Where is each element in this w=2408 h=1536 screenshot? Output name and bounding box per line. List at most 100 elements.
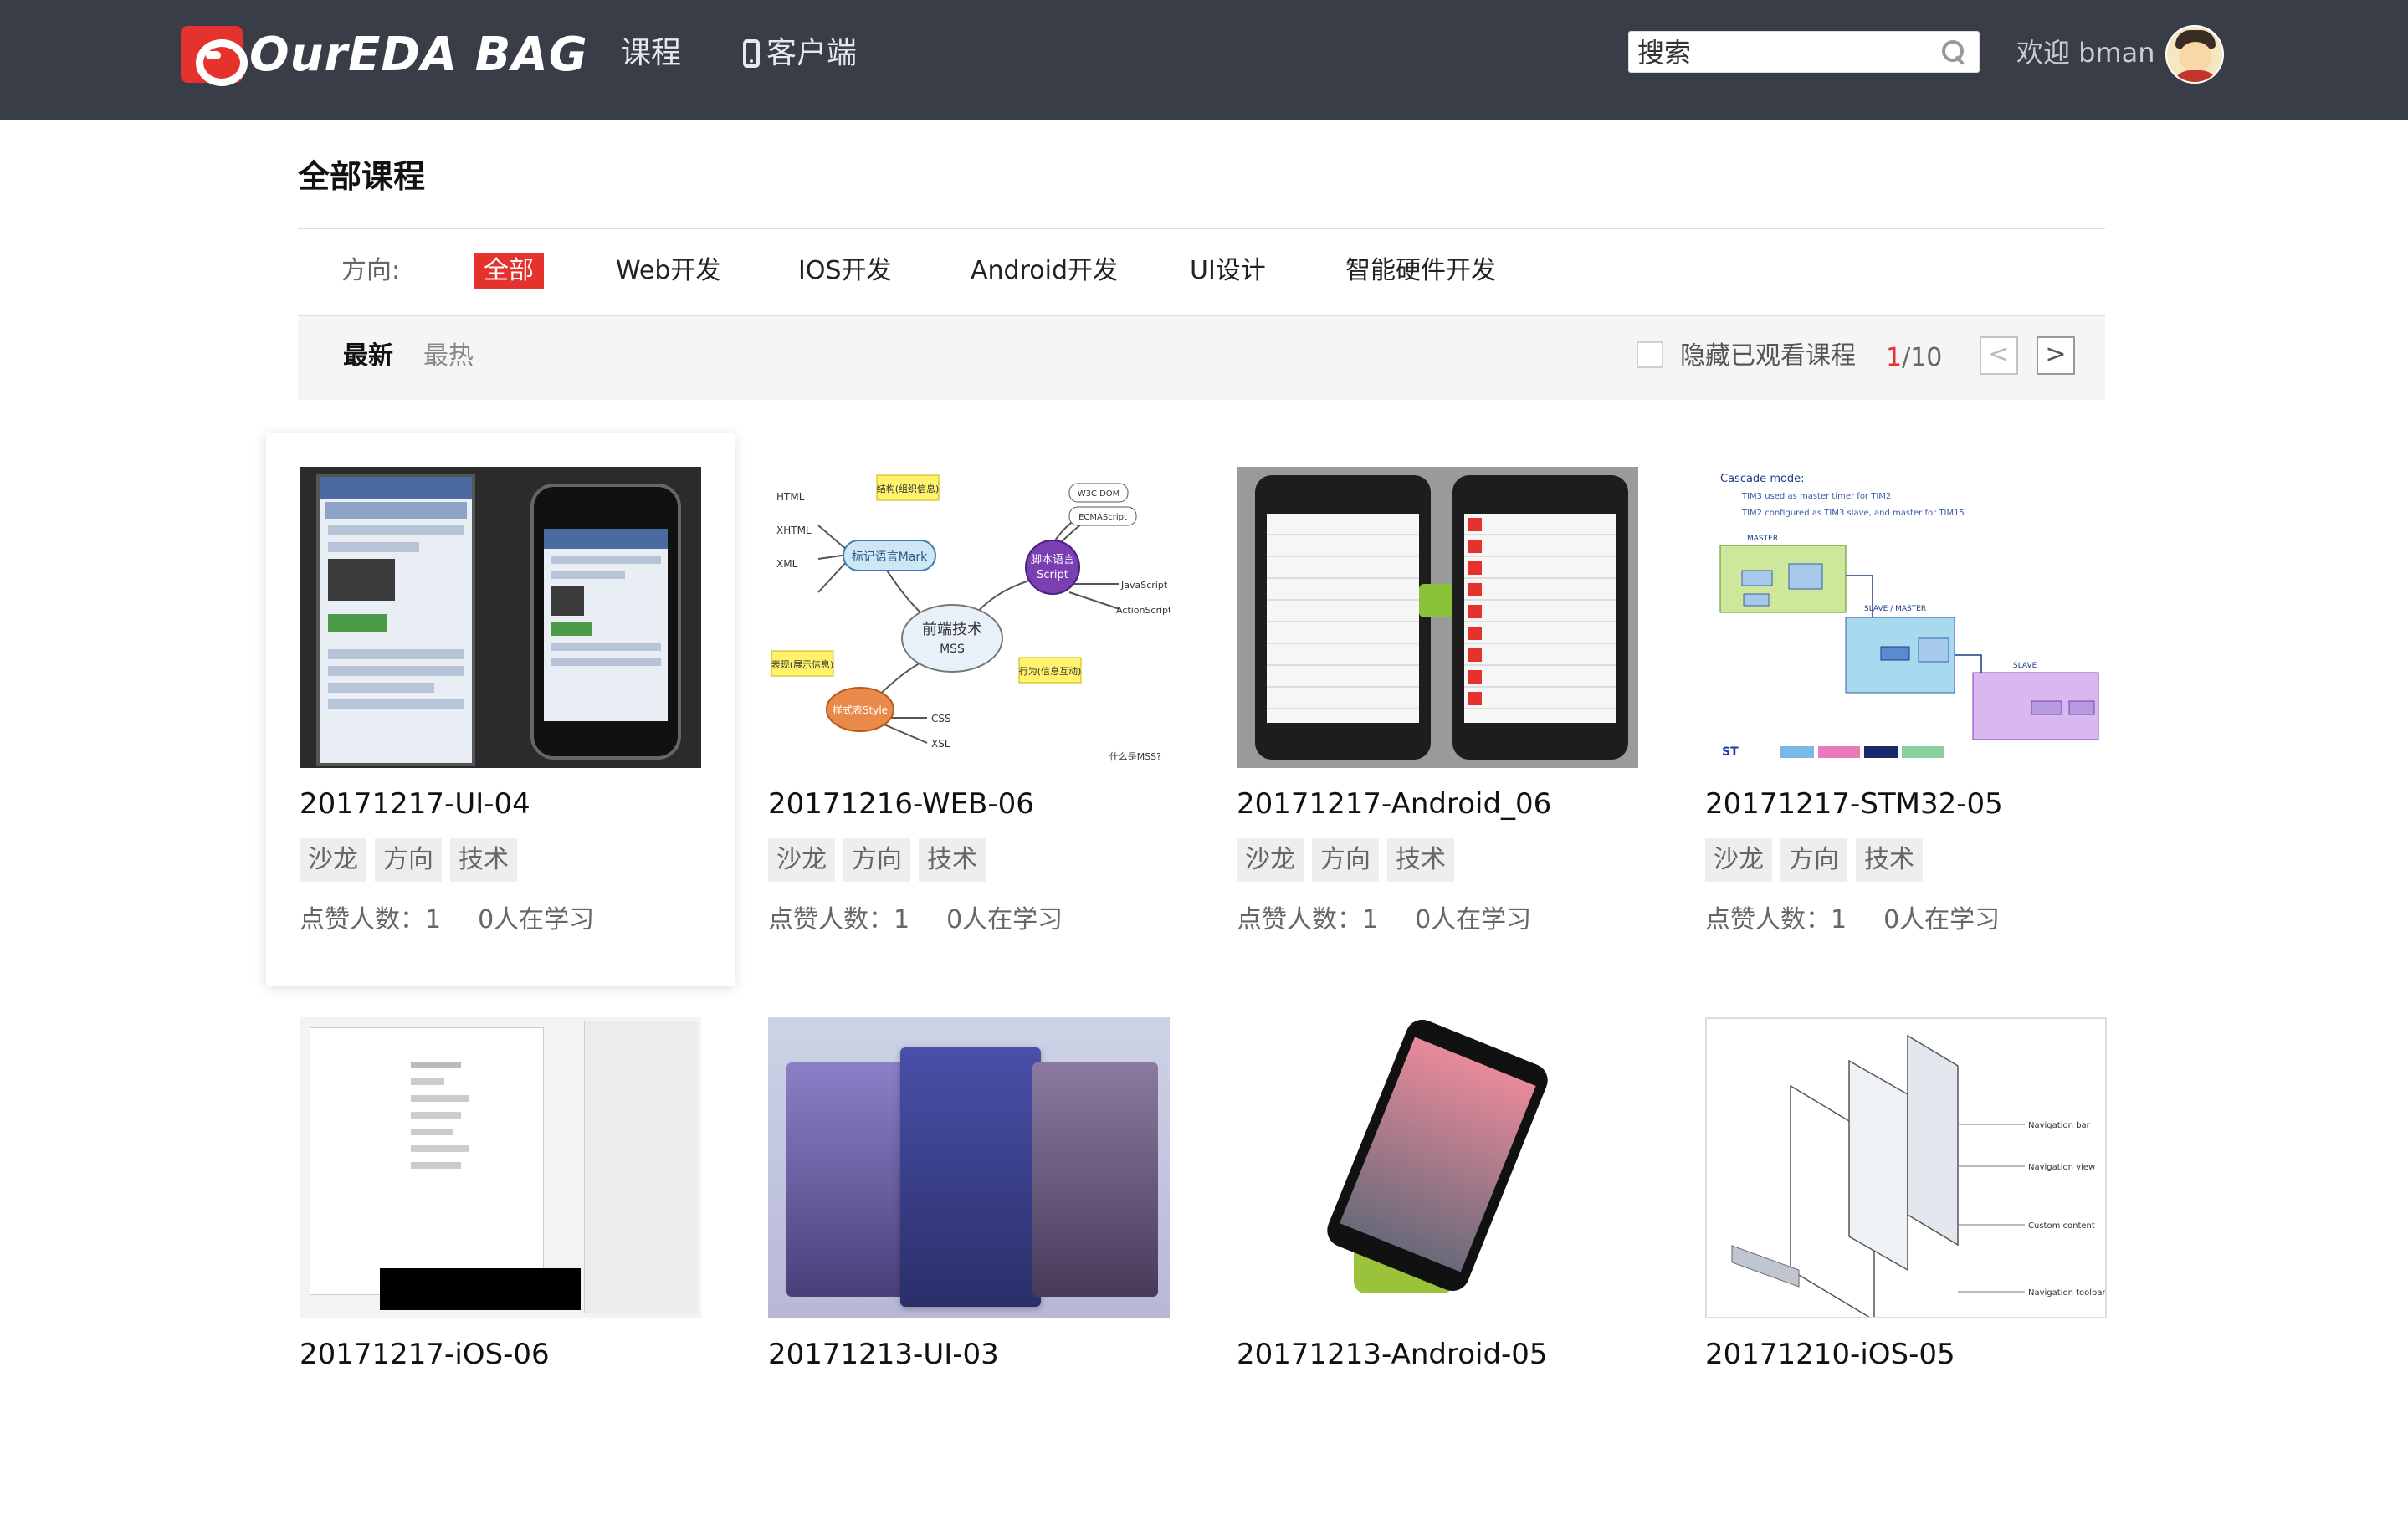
svg-text:CSS: CSS	[931, 713, 951, 724]
sort-hottest[interactable]: 最热	[423, 336, 474, 376]
course-card[interactable]: Cascade mode: TIM3 used as master timer …	[1672, 433, 2140, 986]
svg-text:Custom content: Custom content	[2028, 1221, 2095, 1231]
svg-text:ECMAScript: ECMAScript	[1078, 513, 1127, 522]
tag[interactable]: 方向	[1312, 838, 1379, 882]
svg-text:XHTML: XHTML	[776, 525, 812, 536]
search-icon[interactable]	[1942, 40, 1964, 62]
course-card[interactable]: 20171217-UI-04 沙龙 方向 技术 点赞人数：1 0人在学习	[266, 433, 735, 986]
search-input[interactable]	[1637, 35, 1922, 70]
tag[interactable]: 方向	[843, 838, 910, 882]
course-thumbnail[interactable]	[1237, 467, 1638, 768]
learning-count: 0人在学习	[946, 905, 1063, 934]
total-pages: /10	[1902, 343, 1943, 372]
course-thumbnail[interactable]	[768, 1017, 1170, 1318]
page-title: 全部课程	[298, 158, 426, 195]
course-title[interactable]: 20171217-Android_06	[1237, 785, 1551, 823]
svg-text:表现(展示信息): 表现(展示信息)	[771, 658, 834, 670]
filter-hardware[interactable]: 智能硬件开发	[1345, 253, 1496, 289]
current-page: 1	[1886, 343, 1903, 372]
tag[interactable]: 沙龙	[1705, 838, 1772, 882]
hide-watched-checkbox[interactable]	[1637, 341, 1663, 368]
nav-client-label: 客户端	[766, 36, 858, 70]
top-navigation-bar: OurEDA BAG 课程 客户端 欢迎 bman	[0, 0, 2408, 120]
like-count: 点赞人数：1	[768, 905, 910, 934]
filter-all[interactable]: 全部	[474, 253, 544, 289]
tag[interactable]: 方向	[375, 838, 442, 882]
course-thumbnail[interactable]: 前端技术 MSS 标记语言Mark 脚本语言 Script 样式表Style 结…	[768, 467, 1170, 768]
tag[interactable]: 技术	[1856, 838, 1923, 882]
course-card[interactable]: 20171213-Android-05	[1203, 984, 1672, 1536]
course-thumbnail[interactable]	[300, 467, 701, 768]
like-count: 点赞人数：1	[1237, 905, 1379, 934]
svg-text:JavaScript: JavaScript	[1120, 580, 1168, 591]
course-title[interactable]: 20171216-WEB-06	[768, 785, 1034, 823]
page-indicator: 1/10	[1886, 338, 1942, 378]
direction-label: 方向:	[341, 256, 401, 285]
tag[interactable]: 沙龙	[300, 838, 366, 882]
layer-diagram: Navigation bar Navigation view Custom co…	[1731, 1034, 2107, 1317]
mobile-phone-icon	[743, 39, 760, 68]
course-card[interactable]: Navigation bar Navigation view Custom co…	[1672, 984, 2140, 1536]
tag[interactable]: 技术	[1387, 838, 1454, 882]
course-title[interactable]: 20171217-UI-04	[300, 785, 530, 823]
tag[interactable]: 沙龙	[1237, 838, 1304, 882]
welcome-text[interactable]: 欢迎 bman	[2016, 32, 2155, 74]
course-card[interactable]: 20171217-iOS-06	[266, 984, 735, 1536]
learning-count: 0人在学习	[478, 905, 595, 934]
course-card[interactable]: 前端技术 MSS 标记语言Mark 脚本语言 Script 样式表Style 结…	[735, 433, 1203, 986]
course-stats: 点赞人数：1 0人在学习	[300, 902, 594, 939]
course-thumbnail[interactable]	[300, 1017, 701, 1318]
logo-text: OurEDA BAG	[249, 27, 588, 82]
svg-text:HTML: HTML	[776, 491, 805, 503]
course-card[interactable]: 20171217-Android_06 沙龙 方向 技术 点赞人数：1 0人在学习	[1203, 433, 1672, 986]
course-stats: 点赞人数：1 0人在学习	[1705, 902, 2000, 939]
svg-text:SLAVE: SLAVE	[2013, 662, 2037, 670]
search-box	[1628, 31, 1980, 73]
filter-android[interactable]: Android开发	[971, 253, 1118, 289]
mind-map-graphic: 前端技术 MSS 标记语言Mark 脚本语言 Script 样式表Style 结…	[771, 474, 1170, 762]
tag[interactable]: 技术	[450, 838, 517, 882]
logo-icon	[181, 26, 248, 86]
sort-newest[interactable]: 最新	[343, 336, 393, 376]
tag[interactable]: 沙龙	[768, 838, 835, 882]
course-title[interactable]: 20171213-Android-05	[1237, 1335, 1548, 1374]
timer-diagram: Cascade mode: TIM3 used as master timer …	[1719, 473, 2099, 759]
nav-courses[interactable]: 课程	[621, 30, 681, 77]
user-avatar[interactable]	[2165, 25, 2224, 84]
course-tags: 沙龙 方向 技术	[1705, 838, 1923, 882]
learning-count: 0人在学习	[1883, 905, 2001, 934]
site-logo[interactable]: OurEDA BAG	[181, 25, 588, 86]
course-title[interactable]: 20171217-iOS-06	[300, 1335, 550, 1374]
svg-text:Cascade mode:: Cascade mode:	[1720, 473, 1805, 485]
svg-text:MASTER: MASTER	[1747, 535, 1778, 543]
course-thumbnail[interactable]: Navigation bar Navigation view Custom co…	[1705, 1017, 2107, 1318]
svg-text:结构(组织信息): 结构(组织信息)	[877, 483, 940, 494]
course-card[interactable]: 20171213-UI-03	[735, 984, 1203, 1536]
course-title[interactable]: 20171213-UI-03	[768, 1335, 999, 1374]
course-tags: 沙龙 方向 技术	[1237, 838, 1454, 882]
svg-text:Navigation view: Navigation view	[2028, 1163, 2095, 1172]
direction-filter: 方向: 全部 Web开发 IOS开发 Android开发 UI设计 智能硬件开发	[298, 229, 2105, 315]
nav-client[interactable]: 客户端	[743, 30, 857, 77]
course-thumbnail[interactable]	[1237, 1017, 1638, 1318]
prev-page-button[interactable]: <	[1980, 336, 2018, 375]
svg-text:Script: Script	[1037, 569, 1068, 581]
course-tags: 沙龙 方向 技术	[768, 838, 986, 882]
tag[interactable]: 方向	[1780, 838, 1847, 882]
tag[interactable]: 技术	[919, 838, 986, 882]
filter-web[interactable]: Web开发	[616, 253, 720, 289]
filter-ui-design[interactable]: UI设计	[1190, 253, 1266, 289]
hide-watched-label[interactable]: 隐藏已观看课程	[1680, 336, 1856, 376]
svg-text:什么是MSS?: 什么是MSS?	[1109, 751, 1161, 762]
svg-text:ActionScript: ActionScript	[1116, 605, 1170, 616]
filter-ios[interactable]: IOS开发	[798, 253, 892, 289]
course-stats: 点赞人数：1 0人在学习	[768, 902, 1063, 939]
svg-text:ST: ST	[1722, 745, 1739, 759]
svg-text:W3C DOM: W3C DOM	[1078, 489, 1120, 499]
course-title[interactable]: 20171210-iOS-05	[1705, 1335, 1955, 1374]
course-title[interactable]: 20171217-STM32-05	[1705, 785, 2003, 823]
svg-text:Navigation bar: Navigation bar	[2028, 1121, 2091, 1130]
svg-text:Navigation toolbar: Navigation toolbar	[2028, 1288, 2107, 1298]
course-thumbnail[interactable]: Cascade mode: TIM3 used as master timer …	[1705, 467, 2107, 768]
next-page-button[interactable]: >	[2037, 336, 2075, 375]
